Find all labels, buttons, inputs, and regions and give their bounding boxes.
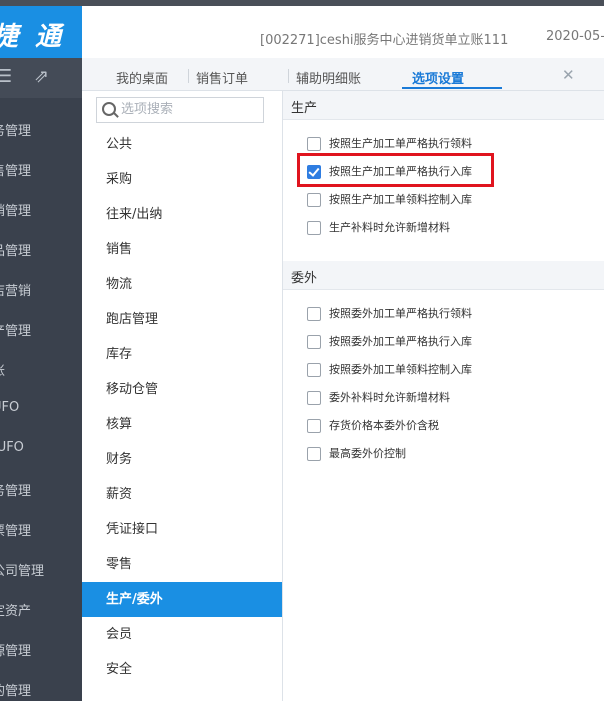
- section-title: 生产: [291, 101, 318, 116]
- option-label: 存货价格本委外价含税: [329, 419, 439, 432]
- sidebar-item[interactable]: 务管理: [0, 120, 82, 139]
- tab-option-settings[interactable]: 选项设置: [412, 68, 464, 87]
- checkbox[interactable]: [307, 307, 321, 321]
- category-item[interactable]: 财务: [82, 442, 282, 477]
- logo-text: 捷 通: [0, 22, 66, 52]
- option-label: 按照委外加工单严格执行入库: [329, 335, 472, 348]
- sidebar-item[interactable]: 票管理: [0, 520, 82, 539]
- category-item[interactable]: 零售: [82, 547, 282, 582]
- search-icon: [102, 102, 116, 116]
- category-item[interactable]: 核算: [82, 407, 282, 442]
- sidebar-item[interactable]: UFO: [0, 400, 82, 415]
- checkbox[interactable]: [307, 221, 321, 235]
- sidebar-item[interactable]: 销管理: [0, 200, 82, 219]
- sidebar-item[interactable]: 的管理: [0, 680, 82, 699]
- category-item[interactable]: 物流: [82, 267, 282, 302]
- tab-desktop[interactable]: 我的桌面: [116, 68, 168, 87]
- category-item[interactable]: 安全: [82, 652, 282, 687]
- category-item-active[interactable]: 生产/委外: [82, 582, 282, 617]
- sidebar-item[interactable]: 品管理: [0, 240, 82, 259]
- category-item[interactable]: 库存: [82, 337, 282, 372]
- sidebar-item[interactable]: 公司管理: [0, 560, 82, 579]
- checkbox[interactable]: [307, 335, 321, 349]
- option-label: 按照生产加工单严格执行领料: [329, 137, 472, 150]
- category-item[interactable]: 销售: [82, 232, 282, 267]
- category-item[interactable]: 凭证接口: [82, 512, 282, 547]
- header-date: 2020-05-: [546, 29, 604, 44]
- category-list: 公共 采购 往来/出纳 销售 物流 跑店管理 库存 移动仓管 核算 财务 薪资 …: [82, 91, 283, 701]
- tab-aux-ledger[interactable]: 辅助明细账: [296, 68, 361, 87]
- active-tab-indicator: [402, 87, 502, 89]
- option-label: 生产补料时允许新增材料: [329, 221, 450, 234]
- category-item[interactable]: 公共: [82, 127, 282, 162]
- option-label: 按照生产加工单领料控制入库: [329, 193, 472, 206]
- category-item[interactable]: 会员: [82, 617, 282, 652]
- tab-sales-order[interactable]: 销售订单: [196, 68, 248, 87]
- brand-logo: 捷 通: [0, 6, 82, 58]
- account-title: [002271]ceshi服务中心进销货单立账111: [260, 33, 509, 48]
- checkbox[interactable]: [307, 391, 321, 405]
- option-label: 最高委外价控制: [329, 447, 406, 460]
- tab-divider: [288, 69, 289, 83]
- sidebar-toolbar: ☰ ⇗: [0, 58, 82, 98]
- sidebar-item[interactable]: 产管理: [0, 320, 82, 339]
- checkbox[interactable]: [307, 193, 321, 207]
- main-sidebar: ☰ ⇗ 务管理 售管理 销管理 品管理 店营销 产管理 账 UFO -UFO 务…: [0, 58, 82, 701]
- menu-icon[interactable]: ☰: [0, 66, 12, 87]
- export-icon[interactable]: ⇗: [34, 66, 49, 87]
- sidebar-item[interactable]: -UFO: [0, 440, 82, 455]
- close-icon[interactable]: ✕: [562, 66, 575, 84]
- category-item[interactable]: 采购: [82, 162, 282, 197]
- options-panel: 生产 按照生产加工单严格执行领料 按照生产加工单严格执行入库 按照生产加工单领料…: [283, 91, 604, 701]
- section-header-production: 生产: [283, 91, 604, 120]
- tab-divider: [188, 69, 189, 83]
- search-input[interactable]: [121, 101, 257, 117]
- tab-bar: 我的桌面 销售订单 辅助明细账 选项设置 ✕: [82, 58, 604, 91]
- search-box: [96, 97, 264, 123]
- category-item[interactable]: 往来/出纳: [82, 197, 282, 232]
- section-title: 委外: [291, 271, 318, 286]
- category-item[interactable]: 薪资: [82, 477, 282, 512]
- app-header: [002271]ceshi服务中心进销货单立账111 2020-05-: [82, 6, 604, 59]
- sidebar-item[interactable]: 店营销: [0, 280, 82, 299]
- sidebar-item[interactable]: 定资产: [0, 600, 82, 619]
- category-item[interactable]: 跑店管理: [82, 302, 282, 337]
- checkbox[interactable]: [307, 363, 321, 377]
- sidebar-item[interactable]: 务管理: [0, 480, 82, 499]
- section-header-outsourcing: 委外: [283, 261, 604, 290]
- checkbox[interactable]: [307, 137, 321, 151]
- sidebar-item[interactable]: 账: [0, 360, 82, 379]
- checkbox[interactable]: [307, 419, 321, 433]
- option-label: 按照委外加工单严格执行领料: [329, 307, 472, 320]
- option-label: 按照委外加工单领料控制入库: [329, 363, 472, 376]
- sidebar-item[interactable]: 售管理: [0, 160, 82, 179]
- category-item[interactable]: 移动仓管: [82, 372, 282, 407]
- checkbox[interactable]: [307, 447, 321, 461]
- highlight-annotation-box: [297, 153, 494, 187]
- option-label: 委外补料时允许新增材料: [329, 391, 450, 404]
- sidebar-item[interactable]: 源管理: [0, 640, 82, 659]
